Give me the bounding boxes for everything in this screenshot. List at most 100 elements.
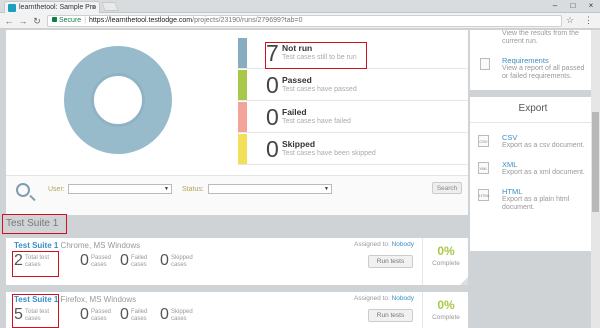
url-path: /projects/23190/runs/279699?tab=0: [192, 17, 303, 24]
passed-label: Passed cases: [91, 309, 112, 322]
search-icon: [16, 183, 30, 197]
url-field[interactable]: Secure | https://learnthetool.testlodge.co…: [47, 15, 562, 27]
stat-count: 0: [266, 136, 279, 162]
stat-count: 0: [266, 72, 279, 98]
user-filter-select[interactable]: ▼: [68, 184, 172, 194]
stat-label: Skipped: [282, 139, 316, 149]
total-cases-highlight: [12, 251, 59, 277]
maximize-icon[interactable]: □: [564, 0, 582, 12]
stat-color-bar: [238, 102, 247, 132]
skipped-count: 0: [160, 306, 169, 323]
stat-count: 0: [266, 104, 279, 130]
run-progress: 0% Complete: [422, 238, 468, 285]
progress-label: Complete: [432, 314, 460, 321]
failed-label: Failed cases: [131, 309, 148, 322]
failed-count: 0: [120, 252, 129, 269]
run-failed: 0 Failed cases: [120, 306, 160, 326]
run-tests-button[interactable]: Run tests: [368, 255, 413, 268]
run-environment: Firefox, MS Windows: [60, 295, 137, 304]
skipped-label: Skipped cases: [171, 255, 193, 268]
search-button[interactable]: Search: [432, 182, 462, 194]
chevron-down-icon: ▼: [164, 186, 169, 192]
assigned-to: Assigned to: Nobody: [354, 295, 414, 302]
export-html-description: Export as a plain html document.: [502, 196, 570, 211]
donut-hole: [91, 73, 145, 127]
test-run-row: Test Suite 1 Firefox, MS Windows 5 Total…: [6, 292, 468, 328]
back-arrow-icon[interactable]: ←: [3, 15, 15, 27]
forward-arrow-icon[interactable]: →: [17, 15, 29, 27]
csv-file-icon[interactable]: CSV: [478, 135, 489, 147]
stat-color-bar: [238, 38, 247, 68]
close-tab-icon[interactable]: ×: [91, 2, 96, 13]
stat-label: Failed: [282, 107, 307, 117]
progress-percent: 0%: [437, 244, 455, 258]
results-donut-chart: [64, 46, 172, 154]
divider: [470, 122, 596, 123]
failed-label: Failed cases: [131, 255, 148, 268]
browser-tab[interactable]: learnthetool: Sample Pro ×: [4, 1, 100, 13]
html-file-icon[interactable]: HTML: [478, 189, 490, 201]
test-run-row: Test Suite 1 Chrome, MS Windows 2 Total …: [6, 238, 468, 285]
page-fold-icon: [460, 277, 468, 285]
run-progress: 0% Complete: [422, 292, 468, 328]
suite-title-highlight: [2, 214, 67, 234]
run-passed: 0 Passed cases: [80, 306, 120, 326]
browser-menu-icon[interactable]: ⋮: [584, 15, 593, 26]
status-filter-select[interactable]: ▼: [208, 184, 332, 194]
browser-tab-bar: learnthetool: Sample Pro × – □ ×: [0, 0, 600, 13]
reload-icon[interactable]: ↻: [31, 15, 43, 27]
lock-icon: [52, 17, 57, 22]
stat-description: Test cases have been skipped: [282, 150, 376, 157]
assignee-link[interactable]: Nobody: [392, 295, 414, 302]
tab-title: learnthetool: Sample Pro: [19, 4, 97, 11]
stat-failed[interactable]: 0 Failed Test cases have failed: [238, 102, 468, 133]
run-skipped: 0 Skipped cases: [160, 252, 204, 272]
user-filter-label: User:: [48, 186, 65, 193]
passed-label: Passed cases: [91, 255, 112, 268]
export-title: Export: [518, 103, 548, 114]
scrollbar-thumb[interactable]: [592, 112, 599, 212]
minimize-icon[interactable]: –: [546, 0, 564, 12]
stat-description: Test cases have passed: [282, 86, 357, 93]
assigned-label: Assigned to:: [354, 295, 390, 302]
results-donut-card: [6, 30, 238, 190]
passed-count: 0: [80, 306, 89, 323]
export-csv-description: Export as a csv document.: [502, 142, 585, 149]
close-window-icon[interactable]: ×: [582, 0, 600, 12]
export-xml-item[interactable]: XML Export as a xml document.: [502, 161, 590, 177]
stat-color-bar: [238, 134, 247, 164]
run-title: Test Suite 1 Chrome, MS Windows: [14, 241, 140, 250]
progress-percent: 0%: [437, 298, 455, 312]
stat-color-bar: [238, 70, 247, 100]
requirements-item[interactable]: Requirements View a report of all passed…: [502, 57, 590, 81]
export-csv-link[interactable]: CSV: [502, 134, 590, 142]
status-filter-label: Status:: [182, 186, 204, 193]
passed-count: 0: [80, 252, 89, 269]
run-name-link[interactable]: Test Suite 1: [14, 241, 58, 250]
new-tab-button[interactable]: [101, 2, 119, 11]
run-tests-button[interactable]: Run tests: [368, 309, 413, 322]
stat-passed[interactable]: 0 Passed Test cases have passed: [238, 70, 468, 101]
skipped-label: Skipped cases: [171, 309, 193, 322]
xml-file-icon[interactable]: XML: [478, 162, 489, 174]
chevron-down-icon: ▼: [324, 186, 329, 192]
page-content: 7 Not run Test cases still to be run 0 P…: [0, 30, 600, 328]
run-environment: Chrome, MS Windows: [60, 241, 141, 250]
run-passed: 0 Passed cases: [80, 252, 120, 272]
export-html-item[interactable]: HTML Export as a plain html document.: [502, 188, 590, 212]
assignee-link[interactable]: Nobody: [392, 241, 414, 248]
progress-label: Complete: [432, 260, 460, 267]
requirements-report-icon: [480, 58, 490, 70]
requirements-link[interactable]: Requirements: [502, 57, 590, 65]
export-csv-item[interactable]: CSV Export as a csv document.: [502, 134, 590, 150]
export-xml-link[interactable]: XML: [502, 161, 590, 169]
page-scrollbar[interactable]: [591, 30, 600, 328]
bookmark-star-icon[interactable]: ☆: [566, 15, 574, 26]
stat-label: Passed: [282, 75, 312, 85]
export-html-link[interactable]: HTML: [502, 188, 590, 196]
export-card: Export CSV CSV Export as a csv document.…: [470, 97, 596, 251]
assigned-to: Assigned to: Nobody: [354, 241, 414, 248]
secure-label: Secure: [59, 17, 82, 24]
assigned-label: Assigned to:: [354, 241, 390, 248]
stat-skipped[interactable]: 0 Skipped Test cases have been skipped: [238, 134, 468, 165]
